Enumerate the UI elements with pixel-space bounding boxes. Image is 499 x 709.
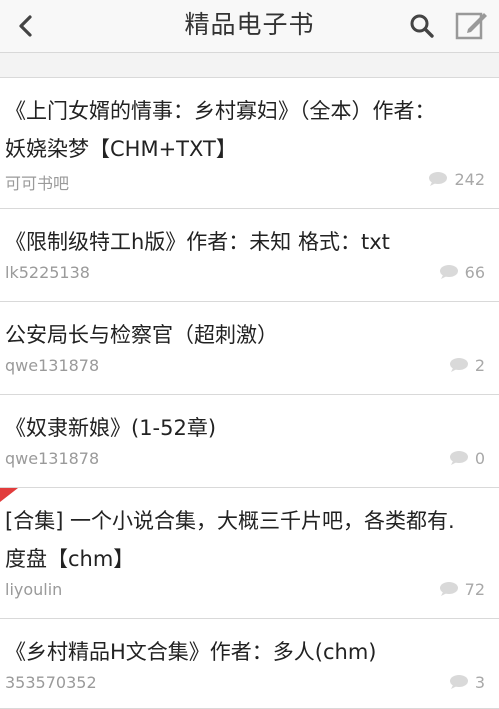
thread-title[interactable]: 《乡村精品H文合集》作者：多人(chm) [5,633,485,671]
thread-meta: 353570352 3 [5,671,485,703]
reply-count: 3 [449,673,485,694]
comment-bubble-icon [439,264,459,284]
thread-list: 《上门女婿的情事：乡村寡妇》（全本）作者： 妖娆染梦【CHM+TXT】 可可书吧 2… [0,77,499,709]
comment-bubble-icon [428,171,448,191]
reply-count: 0 [449,449,485,470]
thread-meta: qwe131878 2 [5,354,485,386]
thread-author[interactable]: lk5225138 [5,263,90,282]
compose-icon[interactable] [454,8,490,42]
thread-item[interactable]: 《乡村精品H文合集》作者：多人(chm) 353570352 3 [0,619,499,709]
reply-count-value: 3 [474,673,485,692]
thread-title[interactable]: 《限制级特工h版》作者：未知 格式：txt [5,223,485,261]
thread-item[interactable]: [合集] 一个小说合集，大概三千片吧，各类都有. 度盘【chm】 liyoulin… [0,488,499,619]
thread-author[interactable]: qwe131878 [5,356,99,375]
search-icon[interactable] [408,12,436,40]
reply-count-value: 0 [474,449,485,468]
thread-item[interactable]: 《奴隶新娘》(1-52章) qwe131878 0 [0,395,499,488]
reply-count-value: 66 [464,263,485,282]
thread-title[interactable]: 《上门女婿的情事：乡村寡妇》（全本）作者： 妖娆染梦【CHM+TXT】 [5,92,485,168]
reply-count-value: 2 [474,356,485,375]
thread-title[interactable]: 公安局长与检察官（超刺激） [5,316,485,354]
thread-meta: 可可书吧 242 [5,168,485,200]
reply-count: 72 [439,580,485,601]
reply-count: 242 [428,170,485,191]
top-bar: 精品电子书 [0,0,499,53]
reply-count: 2 [449,356,485,377]
hot-ribbon [0,488,18,502]
thread-author[interactable]: liyoulin [5,580,62,599]
thread-title[interactable]: [合集] 一个小说合集，大概三千片吧，各类都有. 度盘【chm】 [5,502,485,578]
comment-bubble-icon [439,581,459,601]
thread-meta: liyoulin 72 [5,578,485,610]
thread-author[interactable]: 可可书吧 [5,170,69,194]
comment-bubble-icon [449,357,469,377]
thread-title[interactable]: 《奴隶新娘》(1-52章) [5,409,485,447]
reply-count: 66 [439,263,485,284]
thread-author[interactable]: qwe131878 [5,449,99,468]
thread-item[interactable]: 《限制级特工h版》作者：未知 格式：txt lk5225138 66 [0,209,499,302]
thread-meta: lk5225138 66 [5,261,485,293]
spacer [0,53,499,77]
reply-count-value: 242 [454,170,485,189]
thread-item[interactable]: 《上门女婿的情事：乡村寡妇》（全本）作者： 妖娆染梦【CHM+TXT】 可可书吧 2… [0,78,499,209]
comment-bubble-icon [449,450,469,470]
reply-count-value: 72 [464,580,485,599]
thread-author[interactable]: 353570352 [5,673,97,692]
thread-meta: qwe131878 0 [5,447,485,479]
thread-item[interactable]: 公安局长与检察官（超刺激） qwe131878 2 [0,302,499,395]
comment-bubble-icon [449,674,469,694]
